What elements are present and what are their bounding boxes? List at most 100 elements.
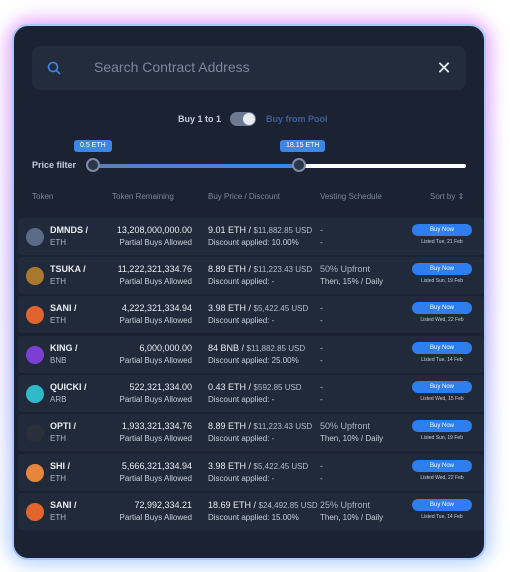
buy-price: 18.69 ETH / $24,492.85 USD: [208, 500, 318, 510]
listed-date: Listed Sun, 19 Feb: [421, 278, 463, 284]
discount-text: Discount applied: 10.00%: [208, 238, 299, 247]
vesting-upfront: -: [320, 343, 323, 353]
token-symbol: QUICKI /: [50, 382, 87, 392]
listed-date: Listed Wed, 15 Feb: [420, 396, 464, 402]
close-icon[interactable]: ✕: [434, 58, 454, 78]
vesting-schedule: Then, 15% / Daily: [320, 277, 384, 286]
vesting-upfront: 50% Upfront: [320, 421, 371, 431]
token-chain: ETH: [50, 474, 66, 483]
vesting-upfront: 25% Upfront: [320, 500, 371, 510]
vesting-upfront: -: [320, 225, 323, 235]
token-remaining: 13,208,000,000.00: [116, 225, 192, 235]
discount-text: Discount applied: -: [208, 277, 275, 286]
token-symbol: TSUKA /: [50, 264, 86, 274]
buy-now-button[interactable]: Buy Now: [412, 420, 472, 432]
token-market-panel: Search Contract Address ✕ Buy 1 to 1 Buy…: [12, 24, 486, 560]
buy-price: 3.98 ETH / $5,422.45 USD: [208, 303, 308, 313]
token-remaining: 1,933,321,334.76: [121, 421, 192, 431]
table-row: SANI / ETH 4,222,321,334.94 Partial Buys…: [18, 296, 484, 333]
token-remaining: 6,000,000.00: [139, 343, 192, 353]
buy-price: 9.01 ETH / $11,882.85 USD: [208, 225, 312, 235]
discount-text: Discount applied: -: [208, 434, 275, 443]
vesting-schedule: -: [320, 356, 323, 365]
buy-price-usd: $5,422.45 USD: [253, 304, 309, 313]
buy-price: 8.89 ETH / $11,223.43 USD: [208, 421, 312, 431]
token-chain: ETH: [50, 238, 66, 247]
token-chain: ARB: [50, 395, 67, 404]
min-price-handle[interactable]: [86, 158, 100, 172]
token-remaining: 11,222,321,334.76: [117, 264, 192, 274]
table-header: Token Token Remaining Buy Price / Discou…: [14, 192, 484, 204]
token-remaining: 4,222,321,334.94: [121, 303, 192, 313]
price-filter: Price filter 0.5 ETH 18.15 ETH: [14, 136, 484, 176]
buy-price: 8.89 ETH / $11,223.43 USD: [208, 264, 312, 274]
max-price-handle[interactable]: [292, 158, 306, 172]
discount-text: Discount applied: -: [208, 474, 275, 483]
price-slider-range: [94, 164, 299, 168]
discount-text: Discount applied: 25.00%: [208, 356, 299, 365]
buy-now-button[interactable]: Buy Now: [412, 499, 472, 511]
partial-buys-note: Partial Buys Allowed: [119, 513, 192, 522]
listed-date: Listed Sun, 19 Feb: [421, 435, 463, 441]
token-remaining: 522,321,334.00: [129, 382, 192, 392]
token-chain: ETH: [50, 434, 66, 443]
buy-1-to-1-label[interactable]: Buy 1 to 1: [178, 114, 221, 124]
token-symbol: SANI /: [50, 303, 77, 313]
buy-price-amount: 84 BNB /: [208, 343, 245, 353]
listed-date: Listed Tue, 14 Feb: [421, 357, 463, 363]
vesting-schedule: -: [320, 238, 323, 247]
search-bar[interactable]: Search Contract Address ✕: [32, 46, 466, 90]
token-remaining: 72,992,334.21: [134, 500, 192, 510]
buy-price-amount: 8.89 ETH /: [208, 264, 252, 274]
listed-date: Listed Wed, 22 Feb: [420, 475, 464, 481]
partial-buys-note: Partial Buys Allowed: [119, 277, 192, 286]
search-input[interactable]: Search Contract Address: [94, 59, 250, 75]
partial-buys-note: Partial Buys Allowed: [119, 434, 192, 443]
col-token-remaining: Token Remaining: [112, 192, 174, 201]
token-logo-icon: [26, 228, 44, 246]
table-row: SANI / ETH 72,992,334.21 Partial Buys Al…: [18, 493, 484, 530]
token-chain: ETH: [50, 277, 66, 286]
table-row: QUICKI / ARB 522,321,334.00 Partial Buys…: [18, 375, 484, 412]
token-chain: ETH: [50, 513, 66, 522]
token-symbol: OPTI /: [50, 421, 77, 431]
buy-now-button[interactable]: Buy Now: [412, 302, 472, 314]
vesting-schedule: -: [320, 395, 323, 404]
buy-price: 3.98 ETH / $5,422.45 USD: [208, 461, 308, 471]
discount-text: Discount applied: -: [208, 316, 275, 325]
token-logo-icon: [26, 503, 44, 521]
token-remaining: 5,666,321,334.94: [121, 461, 192, 471]
buy-price-usd: $5,422.45 USD: [253, 462, 309, 471]
discount-text: Discount applied: -: [208, 395, 275, 404]
token-logo-icon: [26, 464, 44, 482]
buy-now-button[interactable]: Buy Now: [412, 381, 472, 393]
col-token: Token: [32, 192, 54, 201]
vesting-upfront: 50% Upfront: [320, 264, 371, 274]
buy-price-amount: 3.98 ETH /: [208, 461, 252, 471]
vesting-upfront: -: [320, 303, 323, 313]
buy-price: 84 BNB / $11,882.85 USD: [208, 343, 305, 353]
partial-buys-note: Partial Buys Allowed: [119, 395, 192, 404]
buy-now-button[interactable]: Buy Now: [412, 460, 472, 472]
buy-now-button[interactable]: Buy Now: [412, 224, 472, 236]
switch-knob: [243, 113, 255, 125]
listed-date: Listed Wed, 22 Feb: [420, 317, 464, 323]
token-chain: BNB: [50, 356, 67, 365]
buy-now-button[interactable]: Buy Now: [412, 342, 472, 354]
buy-now-button[interactable]: Buy Now: [412, 263, 472, 275]
buy-mode-toggle-row: Buy 1 to 1 Buy from Pool: [14, 110, 484, 130]
price-filter-label: Price filter: [32, 160, 77, 170]
discount-text: Discount applied: 15.00%: [208, 513, 299, 522]
token-symbol: KING /: [50, 343, 78, 353]
partial-buys-note: Partial Buys Allowed: [119, 356, 192, 365]
buy-mode-switch[interactable]: [230, 112, 256, 126]
buy-price: 0.43 ETH / $592.85 USD: [208, 382, 302, 392]
buy-from-pool-label[interactable]: Buy from Pool: [266, 114, 328, 124]
token-chain: ETH: [50, 316, 66, 325]
col-buy-price: Buy Price / Discount: [208, 192, 281, 201]
token-symbol: DMNDS /: [50, 225, 88, 235]
token-symbol: SANI /: [50, 500, 77, 510]
vesting-upfront: -: [320, 382, 323, 392]
sort-by-button[interactable]: Sort by ⇕: [430, 192, 464, 201]
listed-date: Listed Tue, 21 Feb: [421, 239, 463, 245]
